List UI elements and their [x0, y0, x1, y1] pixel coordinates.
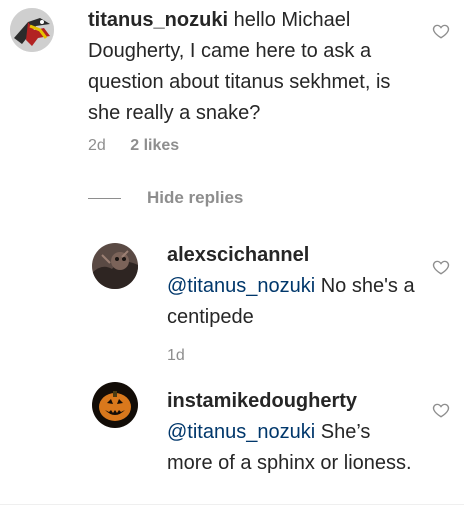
divider: [0, 504, 464, 505]
comment-likes[interactable]: 2 likes: [130, 137, 179, 154]
comment-age: 2d: [88, 137, 106, 154]
reply-text: instamikedougherty @titanus_nozuki She’s…: [167, 386, 417, 479]
hawk-drawing-icon: [10, 8, 54, 52]
hide-replies-divider: [88, 198, 121, 199]
reply-mention[interactable]: @titanus_nozuki: [167, 275, 315, 297]
comment-meta: 2d 2 likes: [88, 137, 179, 155]
like-heart-icon[interactable]: [432, 22, 450, 40]
creature-photo-icon: [92, 243, 138, 289]
like-heart-icon[interactable]: [432, 401, 450, 419]
reply-username[interactable]: instamikedougherty: [167, 390, 357, 412]
avatar[interactable]: [92, 243, 138, 289]
reply-username[interactable]: alexscichannel: [167, 244, 309, 266]
reply-age: 1d: [167, 347, 185, 364]
avatar[interactable]: [92, 382, 138, 428]
jack-o-lantern-icon: [92, 382, 138, 428]
hide-replies-button[interactable]: Hide replies: [147, 188, 243, 208]
reply-mention[interactable]: @titanus_nozuki: [167, 421, 315, 443]
reply-meta: 1d: [167, 347, 185, 365]
reply-text: alexscichannel @titanus_nozuki No she's …: [167, 240, 417, 333]
avatar[interactable]: [10, 8, 54, 52]
comment-username[interactable]: titanus_nozuki: [88, 9, 228, 31]
like-heart-icon[interactable]: [432, 258, 450, 276]
comment-text: titanus_nozuki hello Michael Dougherty, …: [88, 5, 418, 129]
